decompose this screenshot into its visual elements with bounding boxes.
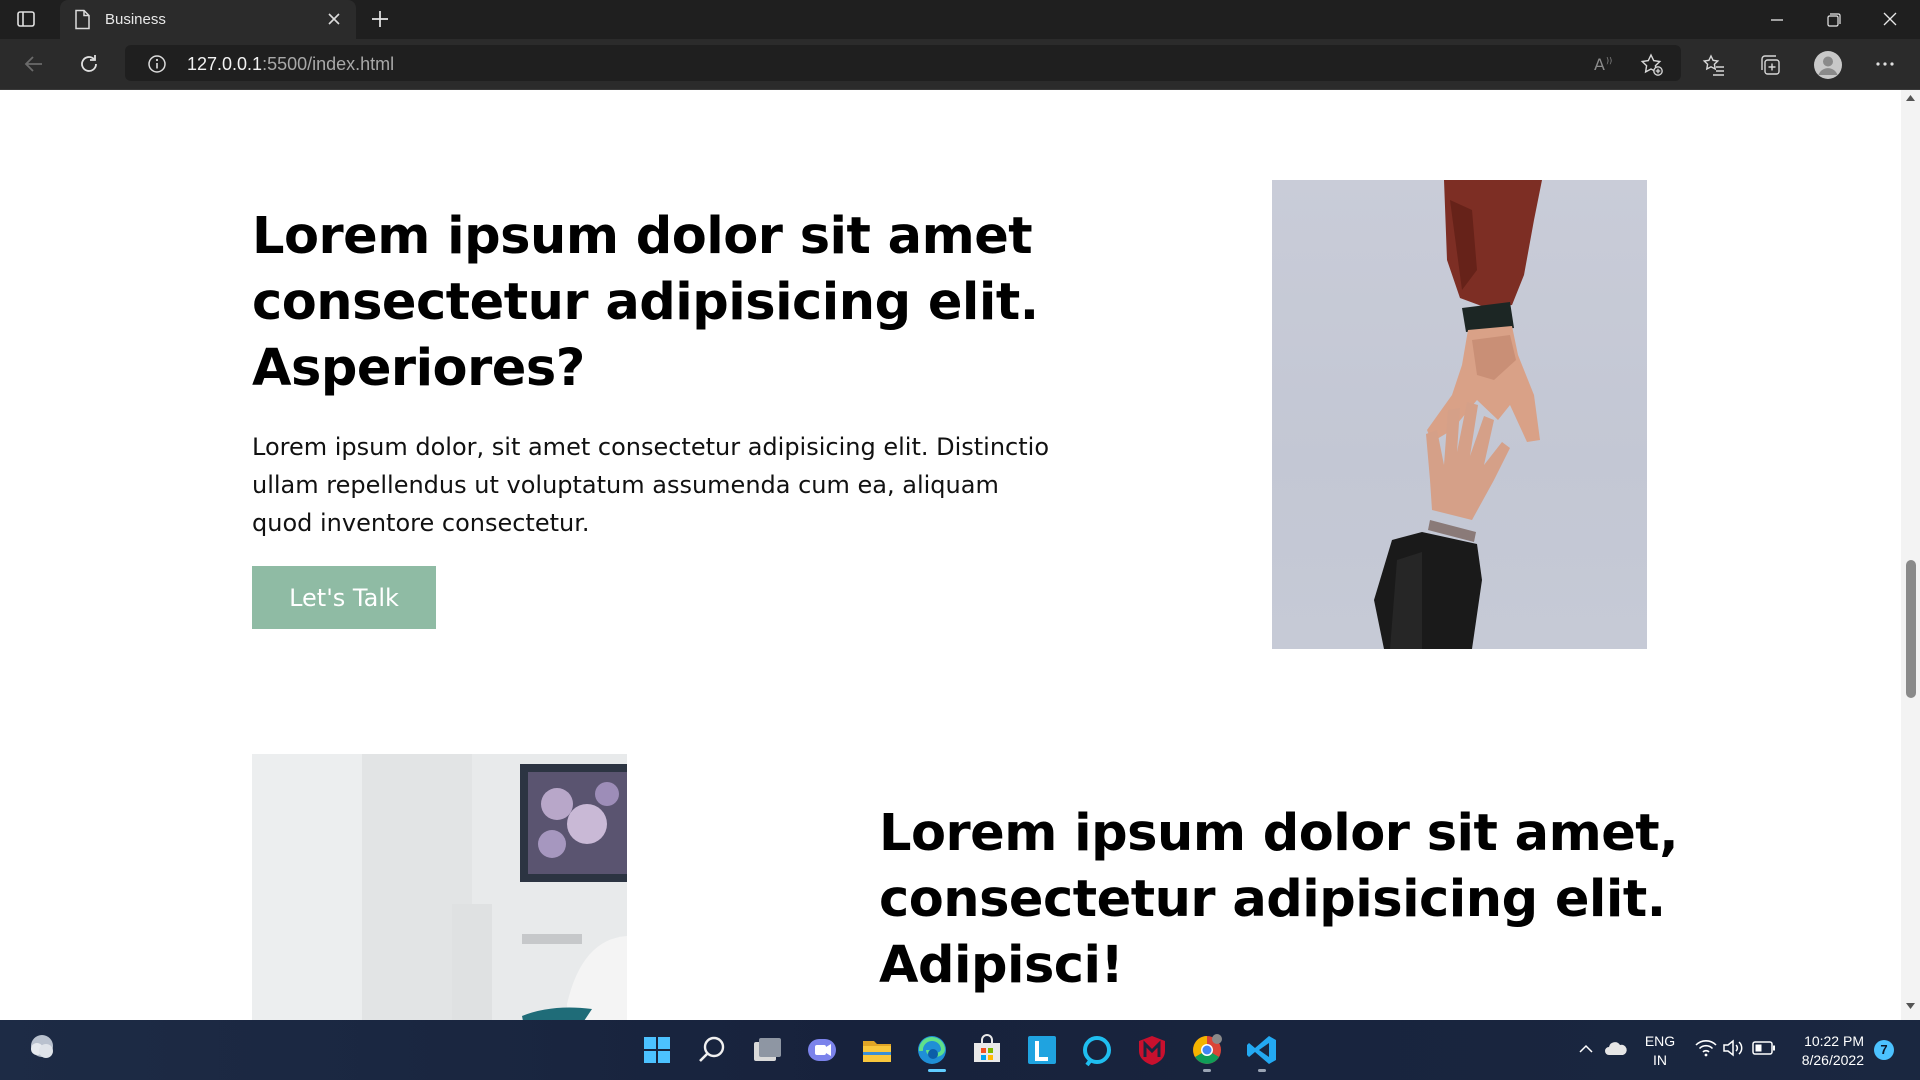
url-text: 127.0.0.1:5500/index.html — [187, 54, 394, 75]
file-explorer-icon[interactable] — [858, 1031, 896, 1069]
notification-count-badge[interactable]: 7 — [1874, 1040, 1894, 1060]
search-icon[interactable] — [693, 1031, 731, 1069]
l-app-icon[interactable] — [1023, 1031, 1061, 1069]
two-hands-reaching-photo — [1272, 180, 1647, 649]
volume-speaker-icon[interactable] — [1722, 1039, 1746, 1057]
tab-actions-icon[interactable] — [16, 9, 36, 29]
add-favorite-star-icon[interactable] — [1640, 53, 1664, 77]
browser-toolbar: 127.0.0.1:5500/index.html A)) — [0, 39, 1920, 90]
scroll-up-arrow-icon[interactable] — [1906, 95, 1915, 101]
tray-overflow-chevron-icon[interactable] — [1578, 1041, 1594, 1057]
battery-icon[interactable] — [1752, 1041, 1776, 1055]
back-arrow-icon[interactable] — [22, 52, 46, 76]
task-view-icon[interactable] — [748, 1031, 786, 1069]
microsoft-store-icon[interactable] — [968, 1031, 1006, 1069]
page-icon — [73, 9, 91, 30]
windows-taskbar: ENG IN 10:22 PM 8/26/2022 7 — [0, 1020, 1920, 1080]
vscode-running-indicator — [1258, 1069, 1266, 1072]
window-minimize-icon[interactable] — [1757, 6, 1797, 33]
clock-date: 8/26/2022 — [1801, 1052, 1864, 1068]
address-bar[interactable]: 127.0.0.1:5500/index.html — [125, 45, 1681, 81]
browser-tab-strip: Business — [0, 0, 1920, 39]
url-path: :5500/index.html — [262, 54, 395, 74]
edge-active-indicator — [928, 1069, 946, 1072]
profile-avatar-icon[interactable] — [1813, 50, 1843, 80]
svg-text:)): )) — [1606, 56, 1612, 65]
system-clock[interactable]: 10:22 PM 8/26/2022 — [1788, 1032, 1864, 1070]
wifi-icon[interactable] — [1695, 1039, 1717, 1057]
site-info-icon[interactable] — [147, 54, 167, 74]
browser-tab-active[interactable]: Business — [60, 0, 356, 39]
person-in-cap-at-desk-photo — [252, 754, 627, 1020]
tab-title: Business — [105, 11, 166, 28]
scrollbar-thumb[interactable] — [1906, 560, 1916, 698]
lets-talk-button[interactable]: Let's Talk — [252, 566, 436, 629]
section1-paragraph: Lorem ipsum dolor, sit amet consectetur … — [252, 433, 1050, 537]
edge-icon[interactable] — [913, 1031, 951, 1069]
input-language-indicator[interactable]: ENG IN — [1640, 1032, 1680, 1070]
window-close-icon[interactable] — [1870, 6, 1910, 33]
teams-chat-icon[interactable] — [803, 1031, 841, 1069]
clock-time: 10:22 PM — [1804, 1033, 1864, 1049]
page-scrollbar[interactable] — [1901, 90, 1920, 1020]
read-aloud-icon[interactable]: A)) — [1594, 54, 1616, 74]
weather-widget-icon[interactable] — [26, 1032, 60, 1062]
window-restore-icon[interactable] — [1813, 6, 1853, 33]
new-tab-plus-icon[interactable] — [369, 8, 391, 30]
chrome-running-indicator — [1203, 1069, 1211, 1072]
section1-heading: Lorem ipsum dolor sit amet consectetur a… — [252, 207, 1039, 398]
page-viewport: Lorem ipsum dolor sit amet consectetur a… — [0, 90, 1901, 1020]
favorites-icon[interactable] — [1702, 53, 1726, 77]
section2-heading: Lorem ipsum dolor sit amet, consectetur … — [879, 804, 1679, 995]
refresh-icon[interactable] — [77, 52, 101, 76]
chrome-icon[interactable] — [1188, 1031, 1226, 1069]
mcafee-icon[interactable] — [1133, 1031, 1171, 1069]
more-options-icon[interactable] — [1874, 53, 1896, 75]
svg-text:A: A — [1594, 55, 1605, 74]
tab-close-icon[interactable] — [326, 11, 342, 27]
collections-icon[interactable] — [1758, 53, 1782, 77]
windows-start-icon[interactable] — [638, 1031, 676, 1069]
scroll-down-arrow-icon[interactable] — [1906, 1003, 1915, 1009]
alexa-icon[interactable] — [1078, 1031, 1116, 1069]
vscode-icon[interactable] — [1243, 1031, 1281, 1069]
language-code: ENG — [1644, 1033, 1676, 1049]
language-region: IN — [1653, 1052, 1667, 1068]
onedrive-cloud-icon[interactable] — [1604, 1039, 1628, 1057]
url-host: 127.0.0.1 — [187, 54, 263, 74]
